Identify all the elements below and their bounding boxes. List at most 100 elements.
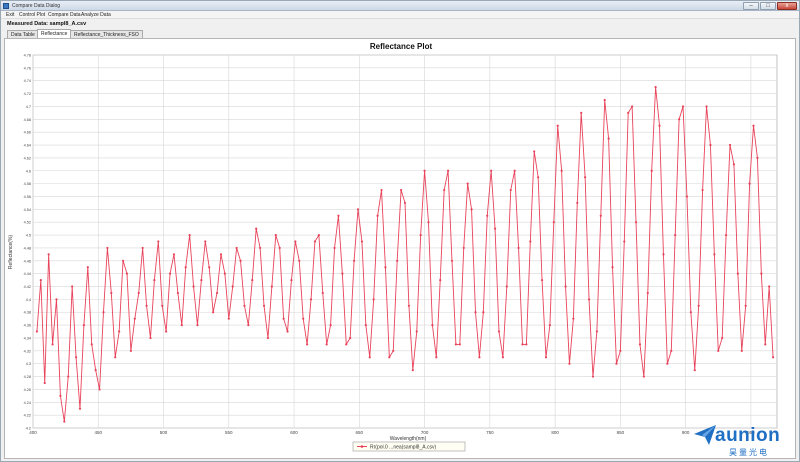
data-point <box>259 246 262 250</box>
data-point <box>94 369 97 372</box>
x-tick-label: 500 <box>160 430 168 435</box>
title-bar[interactable]: Compare Data Dialog – □ x <box>1 1 799 11</box>
y-tick-label: 4.66 <box>24 131 31 135</box>
tab-reflectance-thickness-fso[interactable]: Reflectance_Thickness_FSO <box>70 30 143 38</box>
menu-exit[interactable]: Exit <box>6 12 14 18</box>
data-point <box>768 285 771 288</box>
data-point <box>266 336 270 340</box>
data-point <box>568 362 571 365</box>
data-point <box>529 240 532 243</box>
data-point <box>443 188 446 192</box>
tab-reflectance[interactable]: Reflectance <box>37 29 72 38</box>
data-point <box>98 388 101 391</box>
data-point <box>329 324 332 327</box>
x-tick-label: 900 <box>682 430 690 435</box>
y-tick-label: 4.34 <box>24 336 31 340</box>
data-point <box>219 253 223 256</box>
y-tick-label: 4.56 <box>24 195 31 199</box>
data-point <box>435 356 438 359</box>
data-point <box>736 272 739 275</box>
window-title: Compare Data Dialog <box>12 3 61 9</box>
data-point <box>212 311 215 314</box>
data-point <box>678 118 681 121</box>
x-tick-label: 400 <box>29 430 37 435</box>
data-point <box>337 214 340 217</box>
data-point <box>478 356 481 359</box>
data-point <box>689 311 692 314</box>
data-point <box>118 330 121 333</box>
data-point <box>454 343 458 346</box>
data-point <box>321 291 324 295</box>
data-point <box>646 291 649 295</box>
data-point <box>262 304 266 307</box>
data-point <box>728 143 732 147</box>
data-point <box>306 343 309 346</box>
data-point <box>180 324 183 327</box>
data-point <box>345 343 348 346</box>
data-point <box>356 208 360 211</box>
data-point <box>709 143 712 147</box>
y-tick-label: 4.4 <box>26 298 31 302</box>
menu-control-plot[interactable]: Control Plot <box>19 12 45 18</box>
data-point <box>298 259 301 262</box>
data-point <box>396 259 399 262</box>
menu-analyze-data[interactable]: Analyze Data <box>81 12 111 18</box>
data-point <box>47 253 50 256</box>
close-button[interactable]: x <box>777 2 797 10</box>
data-point <box>59 394 62 397</box>
data-point <box>631 105 634 108</box>
data-point <box>713 253 716 256</box>
data-point <box>470 208 473 211</box>
data-point <box>74 356 78 359</box>
data-point <box>462 246 465 250</box>
data-point <box>701 188 704 192</box>
data-point <box>658 124 661 127</box>
data-point <box>654 86 657 89</box>
y-tick-label: 4.26 <box>24 388 31 392</box>
data-point <box>352 259 356 262</box>
data-point <box>513 169 516 172</box>
data-point <box>243 304 246 307</box>
x-axis-label: Wavelength(nm) <box>390 436 427 442</box>
data-point <box>674 233 677 237</box>
maximize-button[interactable]: □ <box>760 2 776 10</box>
data-point <box>525 343 528 346</box>
data-point <box>693 369 696 372</box>
data-point <box>235 246 238 250</box>
data-point <box>168 272 172 275</box>
data-point <box>740 349 743 352</box>
data-point <box>760 272 763 275</box>
x-tick-label: 550 <box>225 430 233 435</box>
data-point <box>90 343 93 346</box>
data-point <box>415 330 418 333</box>
data-point <box>544 356 548 359</box>
data-point <box>756 156 759 159</box>
data-point <box>86 266 89 269</box>
data-point <box>368 356 371 359</box>
y-tick-label: 4.74 <box>24 79 31 83</box>
data-point <box>681 105 685 108</box>
data-point <box>599 214 602 217</box>
tab-data-table[interactable]: Data Table <box>7 30 39 38</box>
legend-entry: Rr(pol.0 ...nea(sampl8_A.csv) <box>370 445 436 451</box>
data-point <box>403 201 407 205</box>
data-point <box>184 266 187 269</box>
data-point <box>595 330 598 333</box>
data-point <box>533 150 536 153</box>
y-tick-label: 4.54 <box>24 208 31 212</box>
minimize-button[interactable]: – <box>743 2 759 10</box>
y-tick-label: 4.42 <box>24 285 31 289</box>
data-point <box>141 246 144 250</box>
data-point <box>165 330 168 333</box>
data-point <box>102 311 105 314</box>
data-point <box>634 221 638 224</box>
data-point <box>223 272 226 275</box>
data-point <box>466 182 469 185</box>
y-tick-label: 4.32 <box>24 349 31 353</box>
data-point <box>161 304 164 307</box>
data-point <box>446 169 450 172</box>
data-point <box>482 311 485 314</box>
menu-compare-data[interactable]: Compare Data <box>48 12 81 18</box>
data-point <box>270 285 273 288</box>
data-point <box>744 304 747 307</box>
